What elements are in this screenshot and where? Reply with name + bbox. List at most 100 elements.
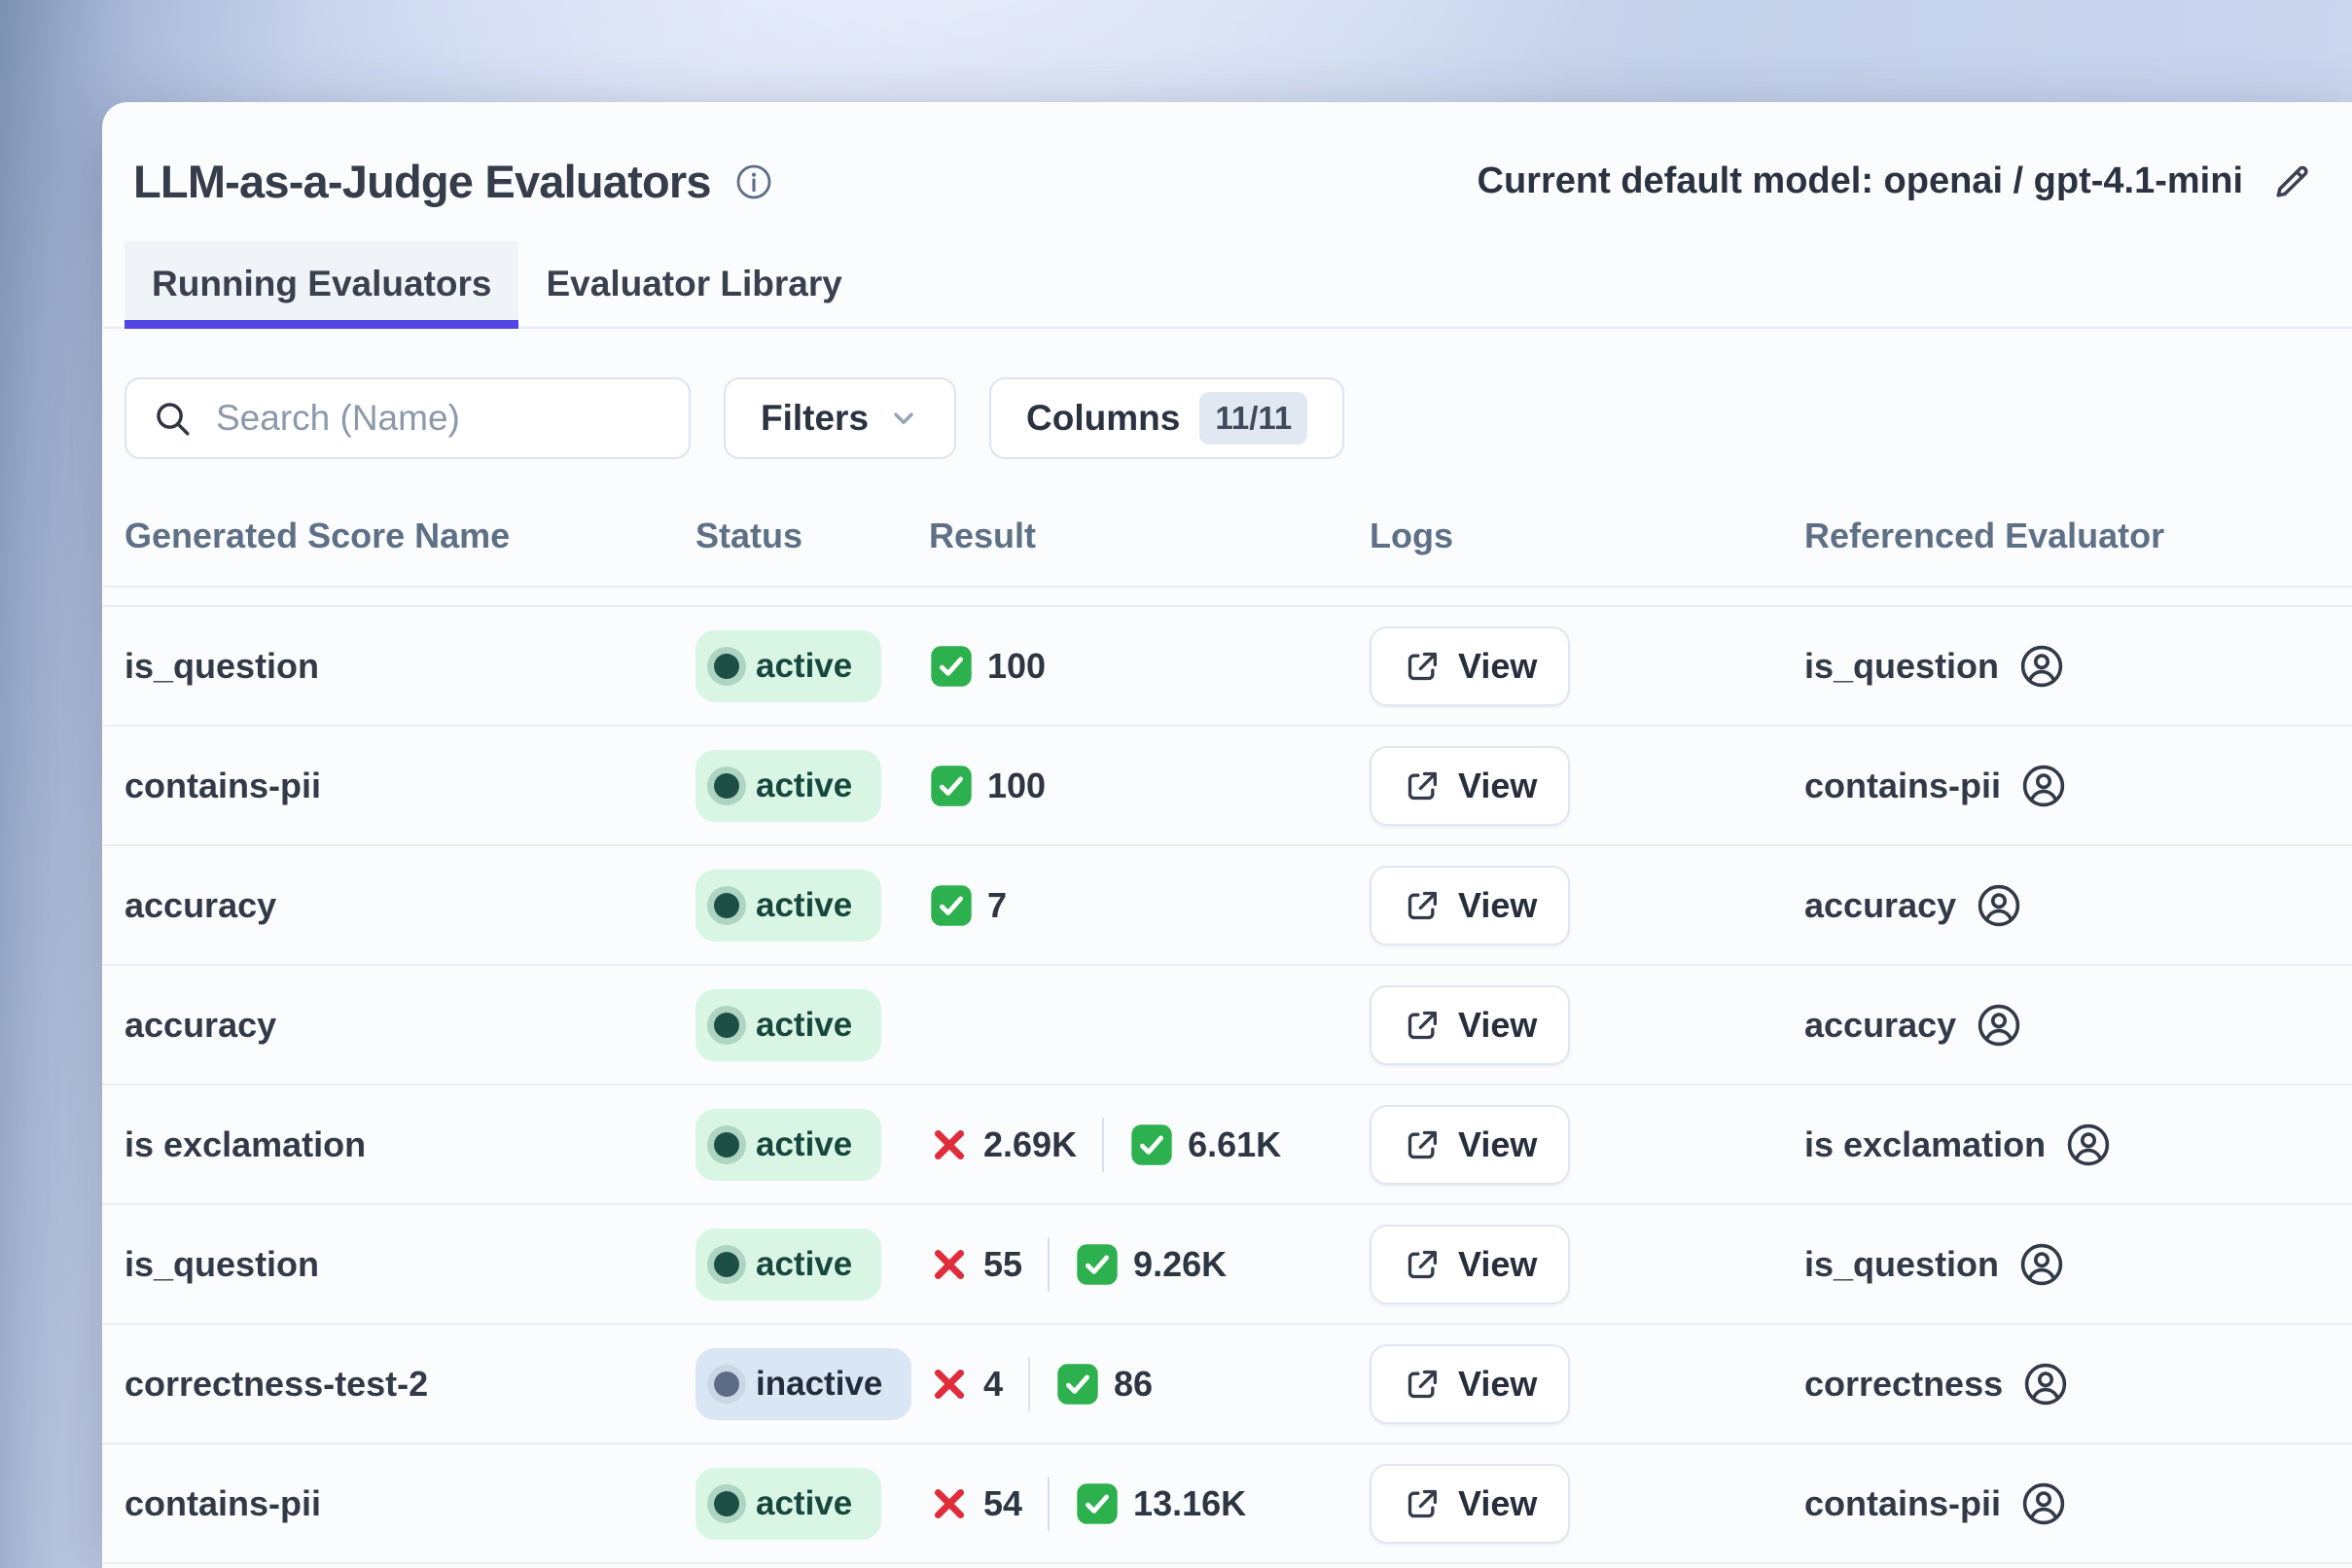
columns-label: Columns bbox=[1026, 398, 1180, 439]
view-logs-button[interactable]: View bbox=[1370, 1225, 1570, 1304]
view-logs-button[interactable]: View bbox=[1370, 746, 1570, 826]
score-name: accuracy bbox=[125, 885, 695, 926]
score-name: contains-pii bbox=[125, 766, 695, 806]
column-header-generated-score-name: Generated Score Name bbox=[125, 516, 695, 556]
pass-result: 7 bbox=[929, 883, 1007, 928]
filters-label: Filters bbox=[761, 398, 869, 439]
user-icon bbox=[2018, 1241, 2065, 1288]
result-divider bbox=[1102, 1118, 1104, 1172]
user-icon bbox=[2022, 1361, 2069, 1408]
view-logs-button[interactable]: View bbox=[1370, 1344, 1570, 1424]
info-icon[interactable] bbox=[734, 162, 773, 201]
pass-result: 9.26K bbox=[1075, 1242, 1227, 1287]
table-body: is_question active 100 bbox=[102, 607, 2352, 1564]
fail-result: 54 bbox=[929, 1483, 1022, 1524]
status-badge: active bbox=[695, 1109, 881, 1181]
status-dot-icon bbox=[714, 893, 739, 918]
table-header-row: Generated Score Name Status Result Logs … bbox=[102, 486, 2352, 588]
columns-count-badge: 11/11 bbox=[1199, 392, 1307, 445]
pass-count: 13.16K bbox=[1133, 1483, 1246, 1524]
score-name: correctness-test-2 bbox=[125, 1364, 695, 1405]
partial-scrolled-row bbox=[102, 588, 2352, 607]
search-field[interactable] bbox=[125, 377, 691, 459]
status-badge: active bbox=[695, 750, 881, 822]
referenced-evaluator-name: contains-pii bbox=[1804, 766, 2001, 806]
score-name: contains-pii bbox=[125, 1483, 695, 1524]
fail-count: 4 bbox=[983, 1364, 1003, 1405]
external-link-icon bbox=[1403, 1125, 1442, 1164]
tab-evaluator-library[interactable]: Evaluator Library bbox=[518, 241, 869, 327]
view-logs-label: View bbox=[1458, 646, 1537, 687]
view-logs-label: View bbox=[1458, 766, 1537, 806]
score-name: is exclamation bbox=[125, 1124, 695, 1165]
filters-button[interactable]: Filters bbox=[724, 377, 956, 459]
pass-count: 9.26K bbox=[1133, 1244, 1227, 1285]
external-link-icon bbox=[1403, 647, 1442, 686]
status-dot-icon bbox=[714, 1372, 739, 1397]
column-header-referenced-evaluator: Referenced Evaluator bbox=[1804, 516, 2352, 556]
table-row: is exclamation active 2.69K bbox=[102, 1086, 2352, 1205]
chevron-down-icon bbox=[888, 403, 919, 434]
default-model-label: Current default model: openai / gpt-4.1-… bbox=[1478, 160, 2243, 202]
pass-result: 6.61K bbox=[1129, 1123, 1281, 1167]
user-icon bbox=[2065, 1122, 2112, 1168]
external-link-icon bbox=[1403, 886, 1442, 925]
user-icon bbox=[1976, 1002, 2022, 1049]
status-label: active bbox=[756, 1125, 852, 1164]
pass-check-icon bbox=[1075, 1242, 1120, 1287]
view-logs-button[interactable]: View bbox=[1370, 1464, 1570, 1544]
table-toolbar: Filters Columns 11/11 bbox=[125, 377, 2352, 459]
pass-result: 100 bbox=[929, 764, 1046, 808]
status-dot-icon bbox=[714, 773, 739, 799]
pass-result: 100 bbox=[929, 644, 1046, 689]
pass-check-icon bbox=[929, 764, 974, 808]
view-logs-label: View bbox=[1458, 1483, 1537, 1524]
referenced-evaluator-name: accuracy bbox=[1804, 885, 1956, 926]
status-badge: active bbox=[695, 1229, 881, 1301]
view-logs-label: View bbox=[1458, 1364, 1537, 1405]
pass-check-icon bbox=[1075, 1481, 1120, 1526]
view-logs-button[interactable]: View bbox=[1370, 626, 1570, 706]
status-label: active bbox=[756, 647, 852, 686]
view-logs-button[interactable]: View bbox=[1370, 985, 1570, 1065]
result-cell: 4 86 bbox=[929, 1357, 1370, 1411]
status-badge: inactive bbox=[695, 1348, 911, 1420]
pass-check-icon bbox=[1055, 1362, 1100, 1407]
fail-result: 4 bbox=[929, 1364, 1003, 1405]
user-icon bbox=[1976, 882, 2022, 929]
external-link-icon bbox=[1403, 1484, 1442, 1523]
fail-cross-icon bbox=[929, 1244, 970, 1285]
result-cell: 54 13.16K bbox=[929, 1477, 1370, 1531]
search-input[interactable] bbox=[214, 397, 663, 440]
view-logs-button[interactable]: View bbox=[1370, 1105, 1570, 1185]
referenced-evaluator-name: correctness bbox=[1804, 1364, 2003, 1405]
status-label: inactive bbox=[756, 1365, 882, 1404]
column-header-status: Status bbox=[695, 516, 929, 556]
column-header-result: Result bbox=[929, 516, 1370, 556]
status-label: active bbox=[756, 886, 852, 925]
table-row: accuracy active View bbox=[102, 966, 2352, 1086]
status-badge: active bbox=[695, 989, 881, 1061]
panel-header: LLM-as-a-Judge Evaluators Current defaul… bbox=[102, 102, 2352, 208]
external-link-icon bbox=[1403, 1365, 1442, 1404]
column-header-logs: Logs bbox=[1370, 516, 1804, 556]
result-cell: 2.69K 6.61K bbox=[929, 1118, 1370, 1172]
status-label: active bbox=[756, 1484, 852, 1523]
referenced-evaluator-name: is_question bbox=[1804, 1244, 1999, 1285]
status-badge: active bbox=[695, 870, 881, 942]
tab-running-evaluators[interactable]: Running Evaluators bbox=[125, 241, 518, 327]
status-label: active bbox=[756, 766, 852, 805]
pass-count: 6.61K bbox=[1188, 1124, 1281, 1165]
view-logs-label: View bbox=[1458, 885, 1537, 926]
view-logs-button[interactable]: View bbox=[1370, 866, 1570, 945]
external-link-icon bbox=[1403, 766, 1442, 805]
fail-result: 55 bbox=[929, 1244, 1022, 1285]
view-logs-label: View bbox=[1458, 1005, 1537, 1046]
columns-button[interactable]: Columns 11/11 bbox=[989, 377, 1344, 459]
edit-pencil-icon[interactable] bbox=[2270, 160, 2313, 203]
result-divider bbox=[1048, 1237, 1050, 1292]
score-name: accuracy bbox=[125, 1005, 695, 1046]
table-row: contains-pii active 100 bbox=[102, 727, 2352, 846]
fail-result: 2.69K bbox=[929, 1124, 1077, 1165]
external-link-icon bbox=[1403, 1006, 1442, 1045]
